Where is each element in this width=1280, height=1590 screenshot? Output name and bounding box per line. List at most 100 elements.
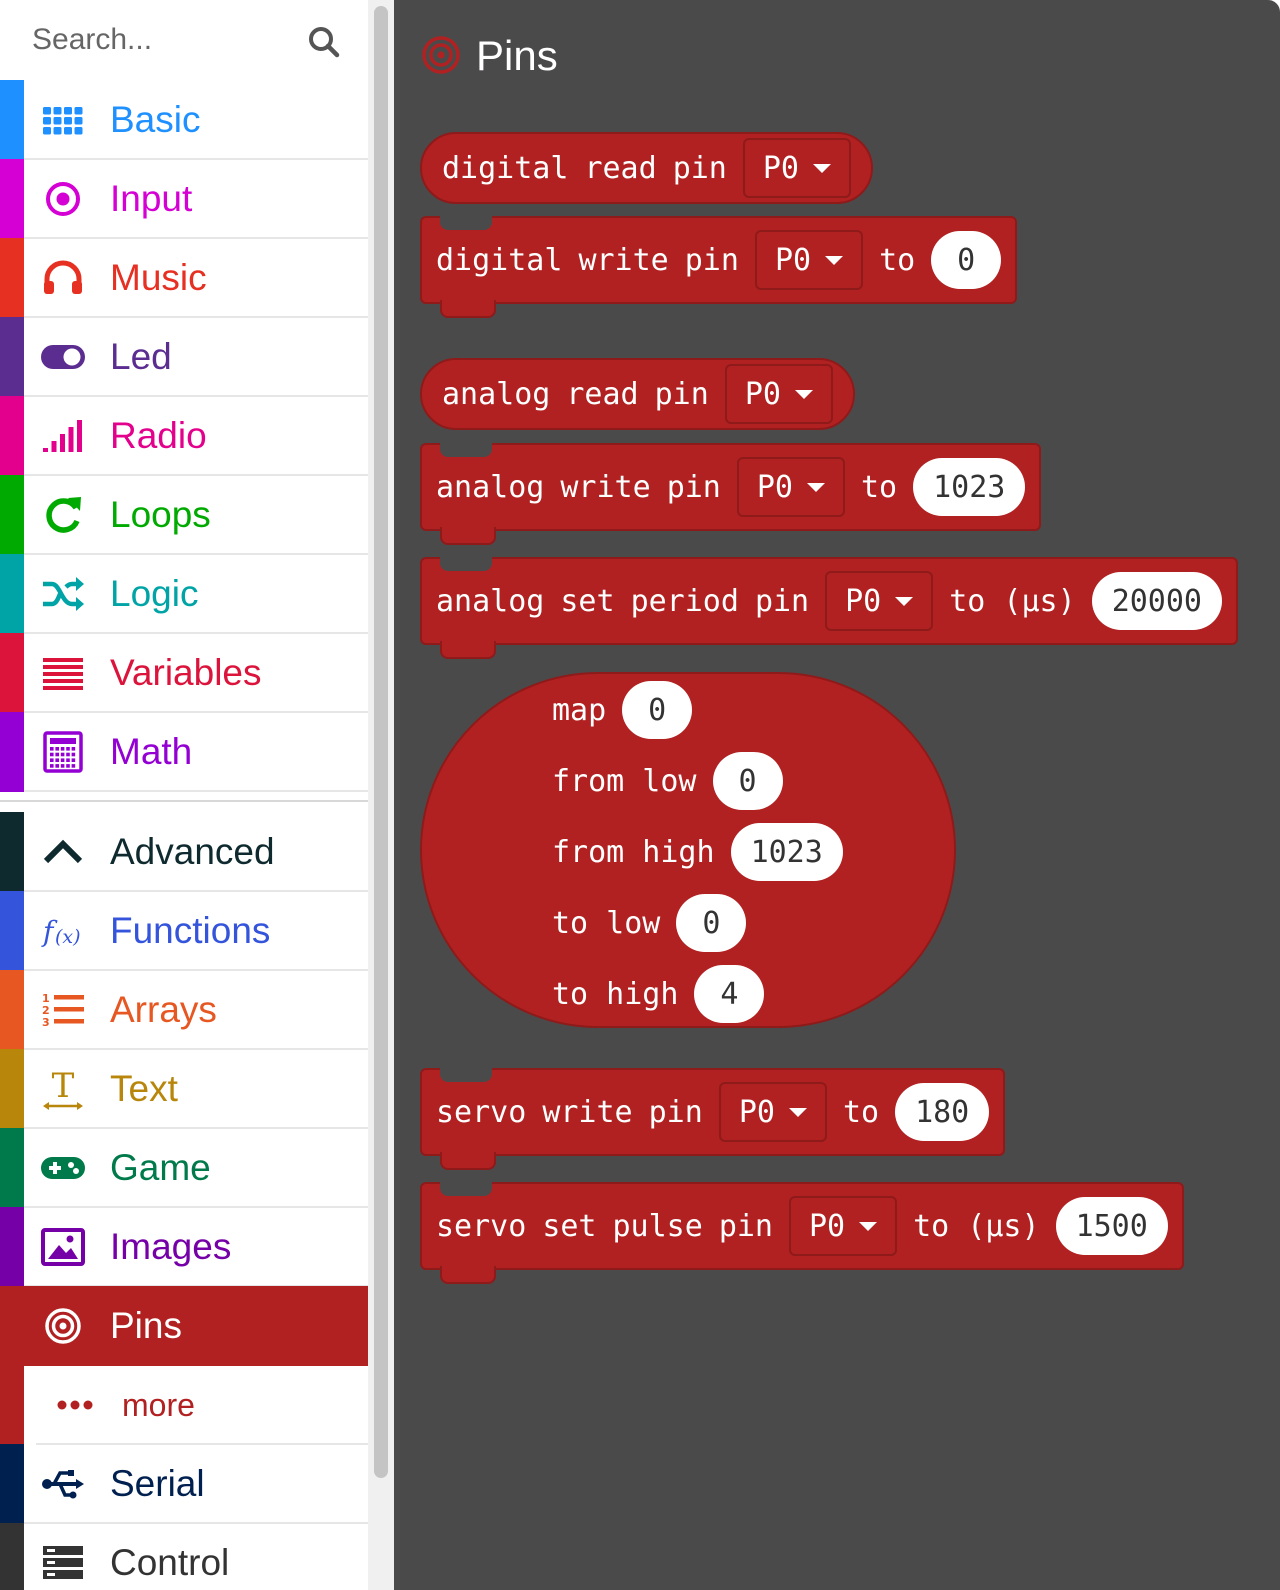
number-input[interactable]: 0	[931, 231, 1002, 289]
number-input[interactable]: 1023	[730, 823, 843, 881]
category-row[interactable]: Basic	[24, 80, 368, 160]
target-icon	[420, 34, 462, 76]
block-keyword: analog	[442, 376, 551, 412]
pin-dropdown[interactable]: P0	[754, 230, 864, 290]
category-variables[interactable]: Variables	[0, 633, 368, 713]
block-keyword: write	[578, 242, 669, 278]
pin-dropdown[interactable]: P0	[742, 138, 851, 198]
category-row[interactable]: Game	[24, 1128, 368, 1208]
pin-dropdown[interactable]: P0	[825, 571, 934, 631]
map-row: from high 1023	[552, 822, 843, 882]
category-loops[interactable]: Loops	[0, 475, 368, 555]
category-color-strip	[0, 1523, 24, 1590]
category-color-strip	[0, 317, 24, 397]
category-row[interactable]: Math	[24, 712, 368, 792]
number-input[interactable]: 4	[694, 965, 765, 1023]
category-row[interactable]: Loops	[24, 475, 368, 555]
number-input[interactable]: 180	[895, 1083, 990, 1141]
pin-dropdown-value: P0	[756, 469, 793, 505]
category-control[interactable]: Control	[0, 1523, 368, 1590]
block-keyword: to	[842, 1094, 880, 1130]
category-row[interactable]: Images	[24, 1207, 368, 1287]
category-row[interactable]: Radio	[24, 396, 368, 476]
category-row[interactable]: Serial	[24, 1444, 368, 1524]
category-input[interactable]: Input	[0, 159, 368, 239]
scrollbar-thumb[interactable]	[374, 6, 388, 1478]
category-pins[interactable]: Pins	[0, 1286, 368, 1366]
category-label: Game	[110, 1147, 211, 1188]
category-row[interactable]: Variables	[24, 633, 368, 713]
caret-down-icon	[794, 389, 813, 399]
block-keyword: pin	[684, 242, 739, 278]
category-row[interactable]: Music	[24, 238, 368, 318]
pin-dropdown[interactable]: P0	[736, 457, 845, 517]
headphones-icon	[40, 256, 86, 300]
number-input[interactable]: 20000	[1091, 572, 1222, 630]
search-input[interactable]	[14, 12, 314, 68]
numbered-list-icon: 123	[40, 988, 86, 1032]
number-input[interactable]: 0	[712, 752, 783, 810]
category-led[interactable]: Led	[0, 317, 368, 397]
category-label: Radio	[110, 415, 207, 456]
block-keyword: digital	[442, 150, 569, 186]
block-keyword: to	[879, 242, 916, 278]
block-servo-write-pin[interactable]: servo write pin P0 to 180	[420, 1068, 1006, 1170]
category-row[interactable]: f (x) Functions	[24, 891, 368, 971]
block-digital-write-pin[interactable]: digital write pin P0 to 0	[420, 216, 1018, 318]
category-row[interactable]: Pins	[24, 1286, 368, 1366]
block-keyword: set	[560, 583, 615, 619]
toolbox-scrollbar[interactable]	[368, 0, 394, 1590]
search-icon[interactable]	[306, 24, 342, 60]
refresh-icon	[40, 493, 86, 537]
function-icon: f (x)	[40, 909, 86, 953]
category-color-strip	[0, 396, 24, 476]
pin-dropdown[interactable]: P0	[789, 1196, 898, 1256]
category-row[interactable]: T Text	[24, 1049, 368, 1129]
block-keyword: read	[584, 150, 657, 186]
category-images[interactable]: Images	[0, 1207, 368, 1287]
category-row[interactable]: Logic	[24, 554, 368, 634]
category-color-strip	[0, 712, 24, 792]
category-logic[interactable]: Logic	[0, 554, 368, 634]
category-row[interactable]: Led	[24, 317, 368, 397]
category-label: Text	[110, 1068, 178, 1109]
category-row[interactable]: Input	[24, 159, 368, 239]
category-color-strip	[0, 970, 24, 1050]
category-label: Led	[110, 336, 172, 377]
category-label: Arrays	[110, 989, 217, 1030]
category-row[interactable]: Advanced	[24, 812, 368, 892]
category-row[interactable]: 1 2 3 Arrays	[24, 970, 368, 1050]
block-servo-set-pulse-pin[interactable]: servo set pulse pin P0 to (µs) 1500	[420, 1182, 1184, 1284]
category-row[interactable]: Control	[24, 1523, 368, 1590]
category-label: Advanced	[110, 831, 275, 872]
pin-dropdown[interactable]: P0	[724, 364, 833, 424]
block-digital-read-pin[interactable]: digital read pin P0	[420, 132, 873, 204]
text-icon: T	[40, 1066, 86, 1111]
category-music[interactable]: Music	[0, 238, 368, 318]
category-more[interactable]: more	[0, 1365, 368, 1445]
block-analog-write-pin[interactable]: analog write pin P0 to 1023	[420, 443, 1042, 545]
toggle-icon	[40, 335, 86, 379]
number-input[interactable]: 0	[676, 894, 747, 952]
category-game[interactable]: Game	[0, 1128, 368, 1208]
block-keyword: to (µs)	[949, 583, 1076, 619]
category-arrays[interactable]: 1 2 3 Arrays	[0, 970, 368, 1050]
category-functions[interactable]: f (x) Functions	[0, 891, 368, 971]
category-radio[interactable]: Radio	[0, 396, 368, 476]
number-input[interactable]: 0	[622, 681, 693, 739]
pin-dropdown-value: P0	[845, 583, 882, 619]
pin-dropdown[interactable]: P0	[718, 1082, 827, 1142]
category-label: Loops	[110, 494, 211, 535]
block-analog-read-pin[interactable]: analog read pin P0	[420, 358, 855, 430]
map-block[interactable]: map 0 from low 0 from high 1023 to low 0 to high…	[420, 672, 956, 1028]
number-input[interactable]: 1500	[1055, 1197, 1168, 1255]
block-analog-set-period-pin[interactable]: analog set period pin P0 to (µs) 20000	[420, 557, 1238, 659]
category-math[interactable]: Math	[0, 712, 368, 792]
category-text[interactable]: T Text	[0, 1049, 368, 1129]
category-label: more	[122, 1387, 195, 1423]
category-serial[interactable]: Serial	[0, 1444, 368, 1524]
category-row[interactable]: more	[36, 1365, 368, 1445]
category-basic[interactable]: Basic	[0, 80, 368, 160]
category-advanced[interactable]: Advanced	[0, 812, 368, 892]
number-input[interactable]: 1023	[913, 458, 1026, 516]
